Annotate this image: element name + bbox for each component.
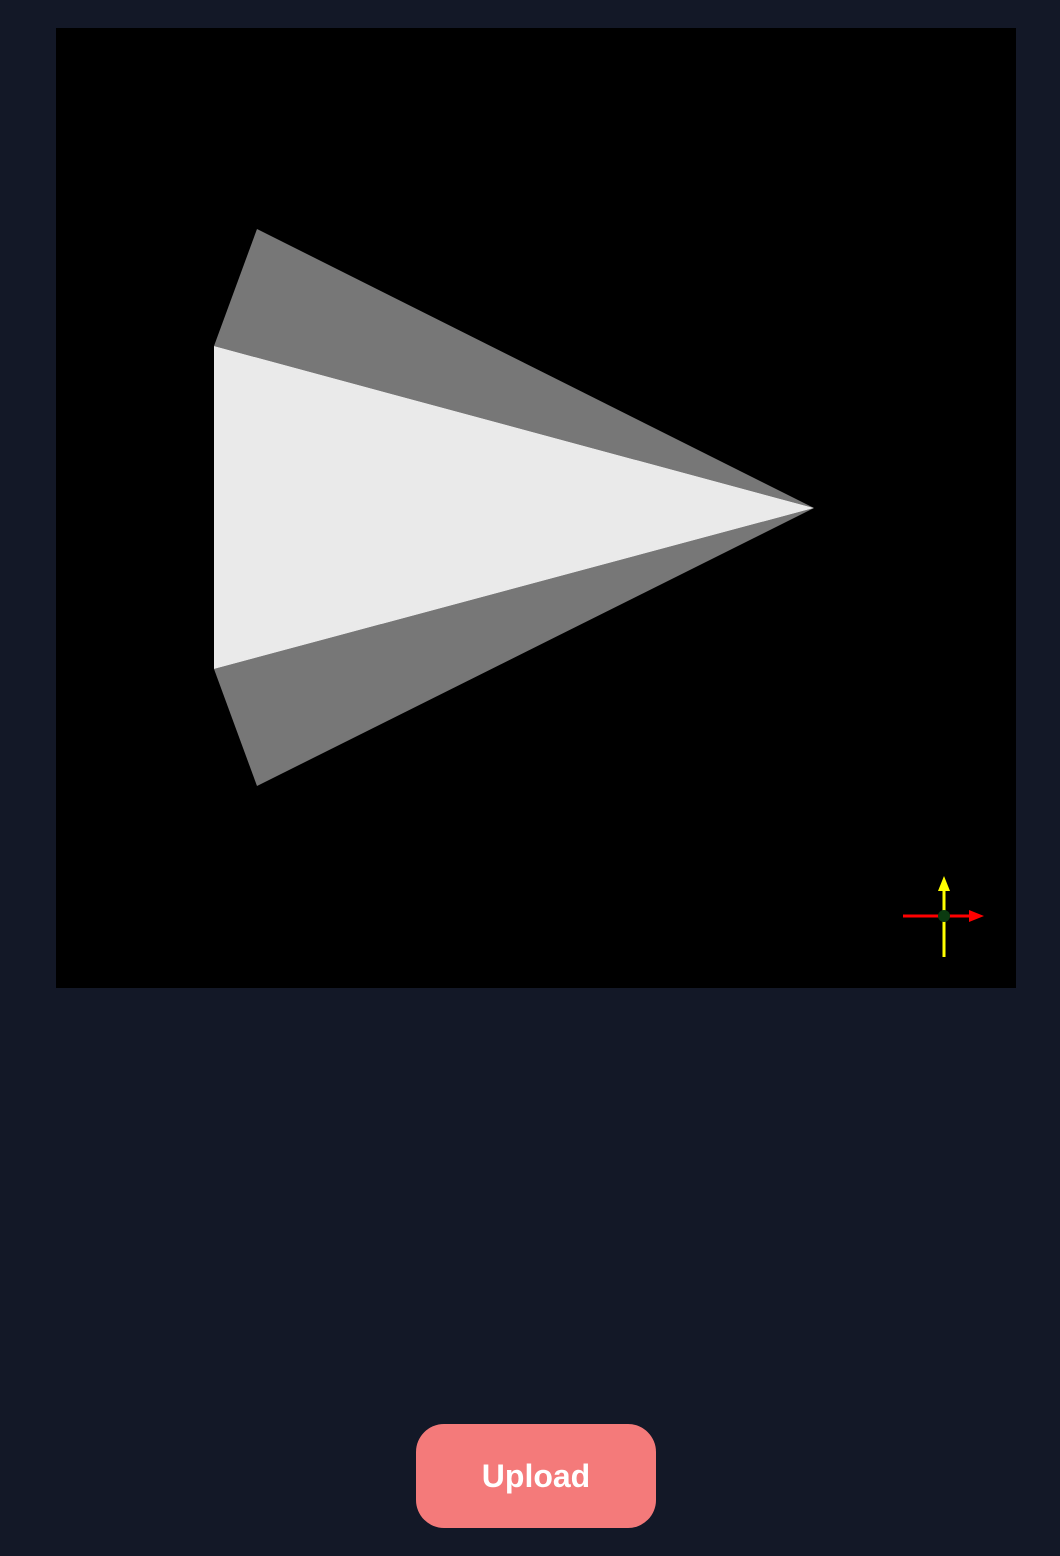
x-axis-arrowhead xyxy=(969,910,984,922)
3d-viewport[interactable] xyxy=(56,28,1016,988)
upload-button[interactable]: Upload xyxy=(416,1424,656,1528)
axes-origin-dot xyxy=(938,910,950,922)
axes-gizmo-icon xyxy=(903,876,984,957)
viewport-canvas[interactable] xyxy=(56,28,1016,988)
y-axis-arrowhead xyxy=(938,876,950,891)
